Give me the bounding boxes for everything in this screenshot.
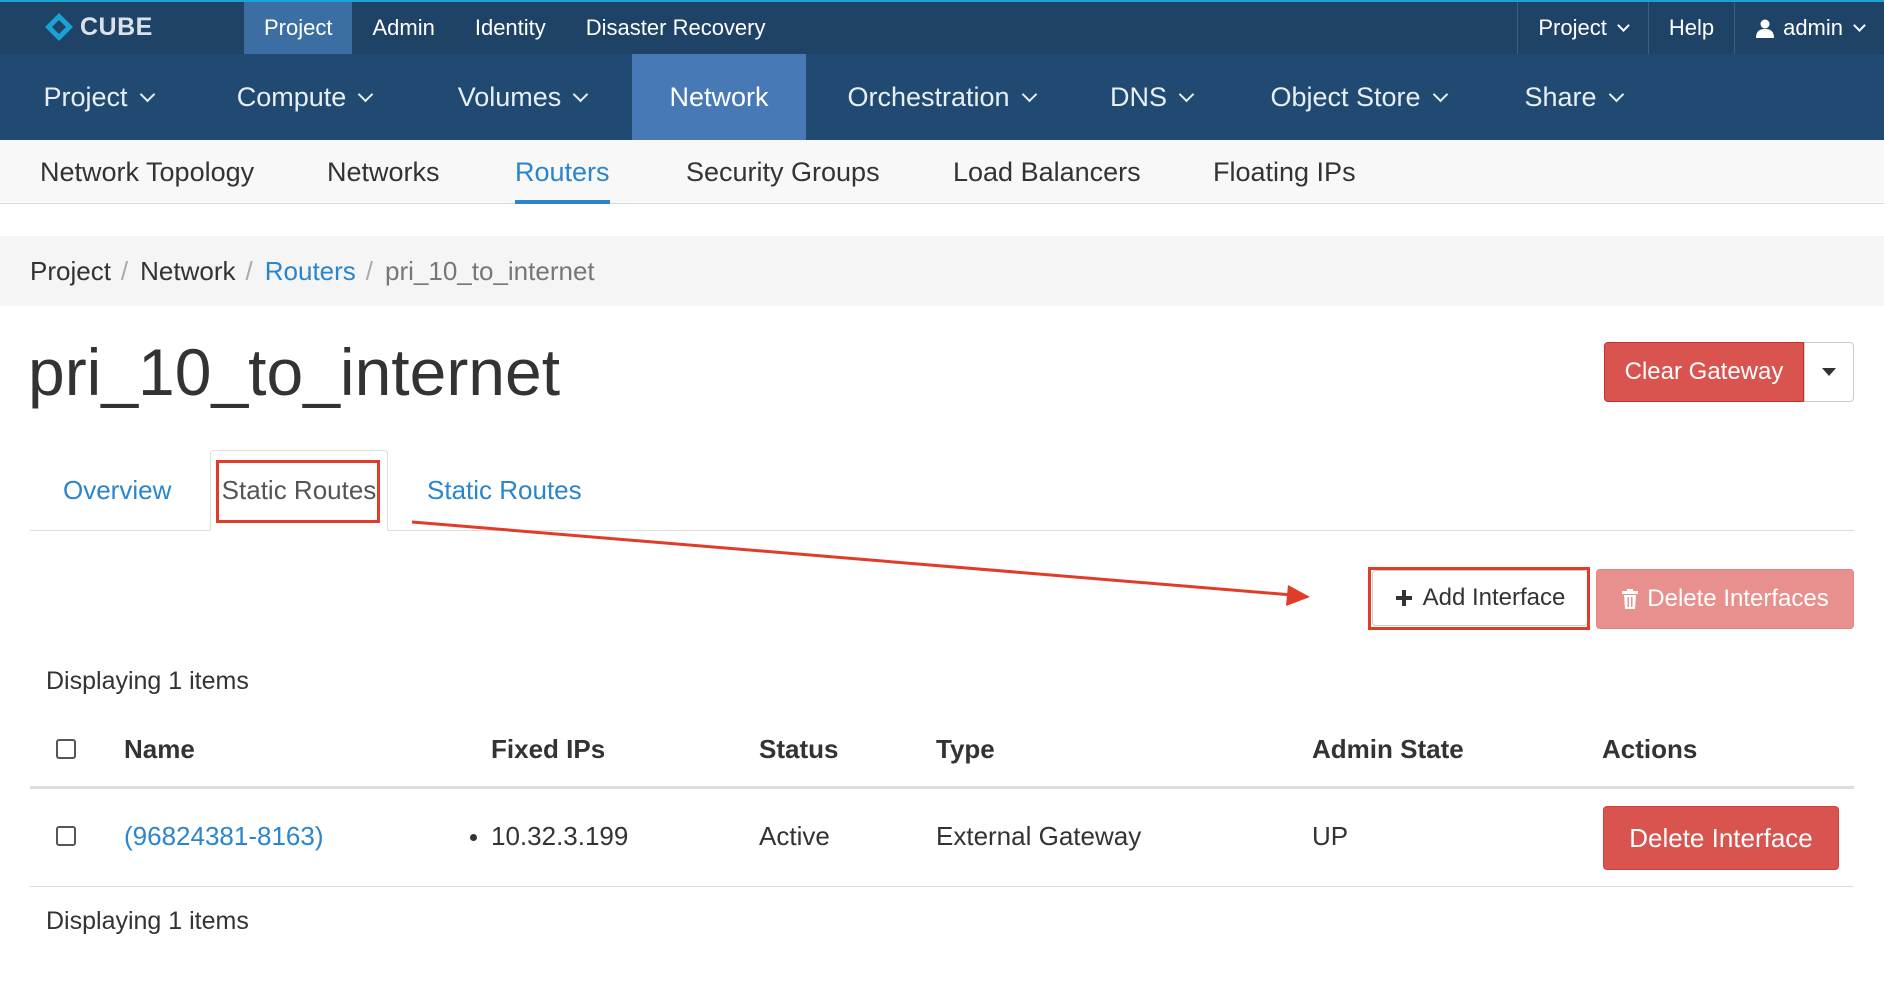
interface-name-link[interactable]: (96824381-8163) xyxy=(124,821,324,852)
main-nav-volumes[interactable]: Volumes xyxy=(412,54,632,140)
list-bullet xyxy=(470,834,477,841)
admin-state-value: UP xyxy=(1312,821,1349,851)
cube-logo-icon xyxy=(45,13,73,41)
main-nav-share[interactable]: Share xyxy=(1490,54,1656,140)
chevron-down-icon xyxy=(1616,19,1630,32)
top-nav: Project Admin Identity Disaster Recovery xyxy=(244,2,786,54)
chevron-down-icon xyxy=(139,86,155,102)
chevron-down-icon xyxy=(573,86,589,102)
breadcrumb-separator: / xyxy=(365,255,374,286)
main-nav-dns[interactable]: DNS xyxy=(1076,54,1226,140)
top-nav-admin[interactable]: Admin xyxy=(352,2,454,54)
trash-icon xyxy=(1622,589,1639,609)
help-link[interactable]: Help xyxy=(1647,2,1734,54)
main-nav-orchestration[interactable]: Orchestration xyxy=(806,54,1076,140)
sub-nav-networks[interactable]: Networks xyxy=(327,140,440,204)
breadcrumb-project: Project xyxy=(30,255,111,286)
breadcrumb-separator: / xyxy=(120,255,129,286)
tab-static-routes[interactable]: Static Routes xyxy=(427,450,582,531)
column-header-name[interactable]: Name xyxy=(124,734,195,765)
main-nav-label: DNS xyxy=(1109,81,1167,112)
main-nav-label: Volumes xyxy=(457,81,562,112)
chevron-down-icon xyxy=(1608,86,1624,102)
main-nav-label: Network xyxy=(669,81,769,112)
main-nav-label: Compute xyxy=(236,81,347,112)
type-value: External Gateway xyxy=(936,821,1142,851)
breadcrumb-routers[interactable]: Routers xyxy=(265,256,356,287)
breadcrumb-network: Network xyxy=(140,255,236,286)
brand-logo[interactable]: CUBE xyxy=(44,10,153,44)
annotation-highlight-interfaces-tab xyxy=(216,460,380,523)
main-nav-project[interactable]: Project xyxy=(0,54,196,140)
column-header-actions: Actions xyxy=(1602,734,1698,764)
chevron-down-icon xyxy=(1178,86,1195,102)
tab-overview[interactable]: Overview xyxy=(63,450,171,531)
sub-nav-security-groups[interactable]: Security Groups xyxy=(686,140,880,204)
chevron-down-icon xyxy=(1853,19,1866,32)
column-header-type[interactable]: Type xyxy=(936,734,995,765)
sub-nav-network-topology[interactable]: Network Topology xyxy=(40,140,254,204)
table-header-divider xyxy=(30,786,1854,789)
main-nav-compute[interactable]: Compute xyxy=(196,54,412,140)
breadcrumb: Project / Network / Routers / pri_10_to_… xyxy=(0,236,1884,306)
row-select-checkbox[interactable] xyxy=(56,826,76,846)
user-name: admin xyxy=(1783,15,1843,40)
caret-down-icon xyxy=(1822,368,1836,376)
project-selector[interactable]: Project xyxy=(1517,2,1647,54)
column-header-status[interactable]: Status xyxy=(759,734,838,765)
annotation-highlight-add-interface xyxy=(1368,567,1590,630)
column-header-admin-state[interactable]: Admin State xyxy=(1312,734,1464,765)
user-icon xyxy=(1756,19,1775,38)
fixed-ip-value: 10.32.3.199 xyxy=(491,821,629,851)
main-nav-label: Share xyxy=(1524,81,1597,112)
top-right-menu: Project Help admin xyxy=(1517,2,1884,54)
breadcrumb-current: pri_10_to_internet xyxy=(385,255,595,286)
main-nav-label: Project xyxy=(43,81,128,112)
delete-interfaces-button[interactable]: Delete Interfaces xyxy=(1596,569,1854,629)
chevron-down-icon xyxy=(1021,86,1037,102)
row-actions-dropdown-toggle[interactable] xyxy=(1804,342,1854,402)
chevron-down-icon xyxy=(358,86,374,102)
top-bar: CUBE Project Admin Identity Disaster Rec… xyxy=(0,0,1884,54)
main-nav-object-store[interactable]: Object Store xyxy=(1226,54,1490,140)
top-nav-disaster-recovery[interactable]: Disaster Recovery xyxy=(566,2,786,54)
breadcrumb-separator: / xyxy=(245,255,253,286)
main-nav-label: Object Store xyxy=(1270,81,1421,112)
sub-nav-floating-ips[interactable]: Floating IPs xyxy=(1213,140,1356,204)
main-nav-label: Orchestration xyxy=(847,81,1010,112)
sub-nav-routers[interactable]: Routers xyxy=(515,140,610,204)
status-value: Active xyxy=(759,821,830,851)
clear-gateway-button[interactable]: Clear Gateway xyxy=(1604,342,1804,402)
sub-nav-load-balancers[interactable]: Load Balancers xyxy=(953,140,1141,204)
column-header-fixed-ips[interactable]: Fixed IPs xyxy=(491,734,605,765)
main-nav-network[interactable]: Network xyxy=(632,54,806,140)
brand-name: CUBE xyxy=(80,12,153,41)
page-title: pri_10_to_internet xyxy=(28,335,561,409)
delete-interfaces-label: Delete Interfaces xyxy=(1647,585,1829,612)
main-nav: Project Compute Volumes Network Orchestr… xyxy=(0,54,1884,140)
top-nav-identity[interactable]: Identity xyxy=(455,2,566,54)
delete-interface-button[interactable]: Delete Interface xyxy=(1603,806,1839,870)
chevron-down-icon xyxy=(1432,86,1448,102)
select-all-checkbox[interactable] xyxy=(56,739,76,759)
sub-nav: Network Topology Networks Routers Securi… xyxy=(0,140,1884,204)
user-menu[interactable]: admin xyxy=(1734,2,1884,54)
top-nav-project[interactable]: Project xyxy=(244,2,353,54)
table-row-divider xyxy=(30,886,1854,887)
project-selector-label: Project xyxy=(1538,15,1607,40)
items-count-bottom: Displaying 1 items xyxy=(46,907,249,935)
items-count-top: Displaying 1 items xyxy=(46,667,249,695)
